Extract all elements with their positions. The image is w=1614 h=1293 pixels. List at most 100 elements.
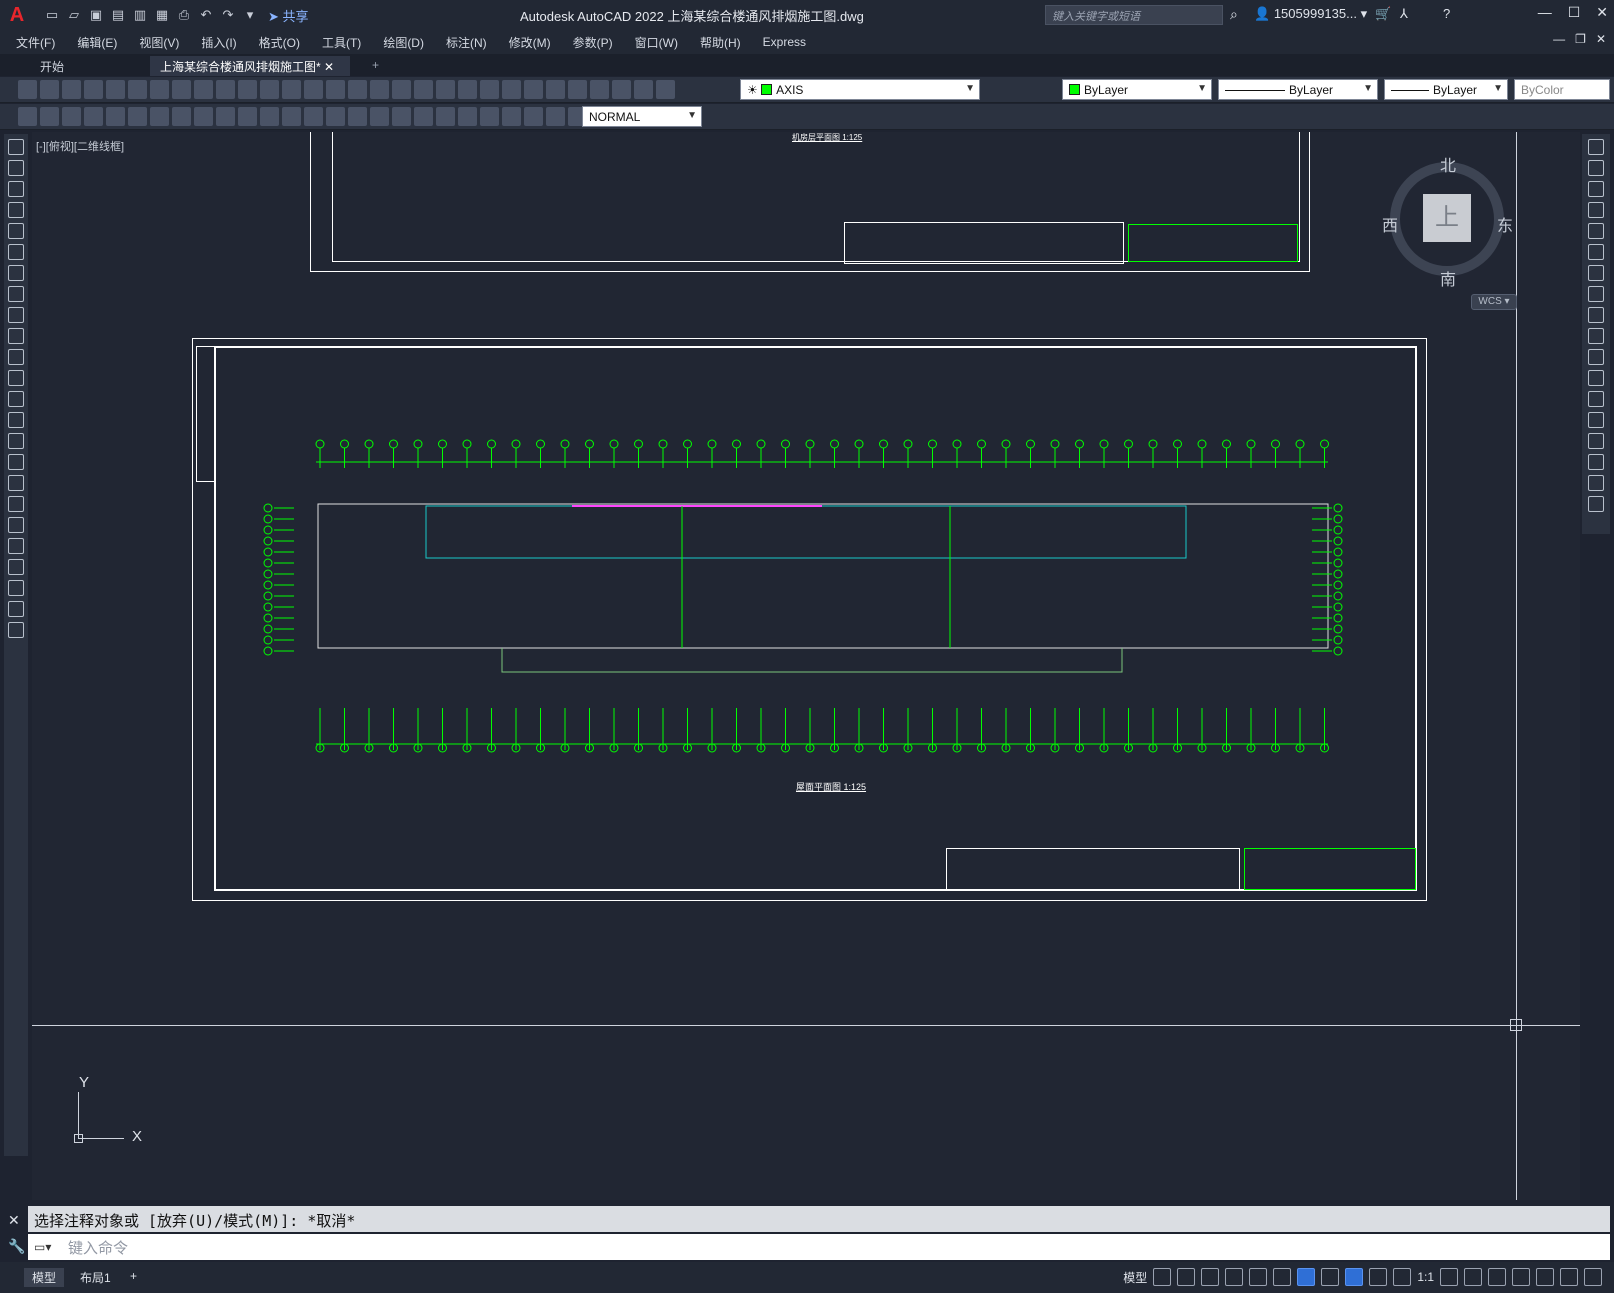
standard-tool-icon-6[interactable] bbox=[150, 80, 169, 99]
draw-tool-icon-4[interactable] bbox=[8, 223, 24, 239]
standard-tool-icon-5[interactable] bbox=[128, 80, 147, 99]
draw-tool-icon-13[interactable] bbox=[8, 412, 24, 428]
draw-tool-icon-8[interactable] bbox=[8, 307, 24, 323]
draw-tool-icon-19[interactable] bbox=[8, 538, 24, 554]
open-file-icon[interactable]: ▱ bbox=[64, 5, 84, 25]
draw-tool-icon-5[interactable] bbox=[8, 244, 24, 260]
minimize-icon[interactable]: — bbox=[1538, 4, 1552, 21]
modify-tool-icon-2[interactable] bbox=[1588, 181, 1604, 197]
standard-tool-icon-29[interactable] bbox=[656, 80, 675, 99]
color-dropdown[interactable]: ByLayer ▼ bbox=[1062, 79, 1212, 100]
standard-tool-icon-25[interactable] bbox=[568, 80, 587, 99]
draw-tool-icon-14[interactable] bbox=[8, 433, 24, 449]
dimension-tool-icon-7[interactable] bbox=[172, 107, 191, 126]
menu-item-11[interactable]: 帮助(H) bbox=[700, 34, 741, 51]
dimension-tool-icon-2[interactable] bbox=[62, 107, 81, 126]
draw-tool-icon-15[interactable] bbox=[8, 454, 24, 470]
menu-item-8[interactable]: 修改(M) bbox=[509, 34, 551, 51]
modify-tool-icon-0[interactable] bbox=[1588, 139, 1604, 155]
standard-tool-icon-11[interactable] bbox=[260, 80, 279, 99]
save-web-icon[interactable]: ▦ bbox=[152, 5, 172, 25]
isodraft-icon[interactable] bbox=[1249, 1268, 1268, 1286]
cart-icon[interactable]: 🛒 bbox=[1375, 6, 1391, 22]
recent-commands-icon[interactable]: ▭▾ bbox=[34, 1240, 51, 1254]
tab-close-icon[interactable]: ✕ bbox=[324, 60, 334, 74]
ortho-icon[interactable] bbox=[1201, 1268, 1220, 1286]
modify-tool-icon-11[interactable] bbox=[1588, 370, 1604, 386]
draw-tool-icon-2[interactable] bbox=[8, 181, 24, 197]
dimension-tool-icon-16[interactable] bbox=[370, 107, 389, 126]
customize-wrench-icon[interactable]: 🔧 bbox=[8, 1238, 25, 1255]
plotstyle-dropdown[interactable]: ByColor bbox=[1514, 79, 1610, 100]
menu-item-12[interactable]: Express bbox=[763, 35, 806, 49]
lineweight-dropdown[interactable]: ByLayer ▼ bbox=[1384, 79, 1508, 100]
standard-tool-icon-0[interactable] bbox=[18, 80, 37, 99]
standard-tool-icon-26[interactable] bbox=[590, 80, 609, 99]
draw-tool-icon-11[interactable] bbox=[8, 370, 24, 386]
dimension-tool-icon-6[interactable] bbox=[150, 107, 169, 126]
save-as-icon[interactable]: ▤ bbox=[108, 5, 128, 25]
draw-tool-icon-7[interactable] bbox=[8, 286, 24, 302]
linetype-dropdown[interactable]: ByLayer ▼ bbox=[1218, 79, 1378, 100]
standard-tool-icon-2[interactable] bbox=[62, 80, 81, 99]
menu-item-9[interactable]: 参数(P) bbox=[573, 34, 613, 51]
standard-tool-icon-10[interactable] bbox=[238, 80, 257, 99]
modify-tool-icon-12[interactable] bbox=[1588, 391, 1604, 407]
command-input[interactable]: 键入命令 bbox=[28, 1234, 1610, 1260]
tab-document[interactable]: 上海某综合楼通风排烟施工图* ✕ bbox=[150, 56, 350, 76]
dimension-tool-icon-23[interactable] bbox=[524, 107, 543, 126]
dimstyle-dropdown[interactable]: NORMAL ▼ bbox=[582, 106, 702, 127]
draw-tool-icon-1[interactable] bbox=[8, 160, 24, 176]
standard-tool-icon-3[interactable] bbox=[84, 80, 103, 99]
compass-east[interactable]: 东 bbox=[1497, 212, 1513, 236]
menu-item-4[interactable]: 格式(O) bbox=[259, 34, 300, 51]
dimension-tool-icon-12[interactable] bbox=[282, 107, 301, 126]
command-line-close-icon[interactable]: ✕ bbox=[8, 1212, 20, 1229]
user-account[interactable]: 👤 1505999135... ▾ bbox=[1254, 6, 1367, 22]
autocad-logo-icon[interactable]: A bbox=[0, 0, 34, 30]
standard-tool-icon-19[interactable] bbox=[436, 80, 455, 99]
modify-tool-icon-16[interactable] bbox=[1588, 475, 1604, 491]
doc-minimize-icon[interactable]: — bbox=[1553, 32, 1565, 46]
draw-tool-icon-6[interactable] bbox=[8, 265, 24, 281]
standard-tool-icon-22[interactable] bbox=[502, 80, 521, 99]
dimension-tool-icon-0[interactable] bbox=[18, 107, 37, 126]
standard-tool-icon-14[interactable] bbox=[326, 80, 345, 99]
compass-south[interactable]: 南 bbox=[1440, 266, 1456, 290]
modify-tool-icon-10[interactable] bbox=[1588, 349, 1604, 365]
menu-item-2[interactable]: 视图(V) bbox=[139, 34, 179, 51]
draw-tool-icon-3[interactable] bbox=[8, 202, 24, 218]
menu-item-3[interactable]: 插入(I) bbox=[201, 34, 236, 51]
undo-icon[interactable]: ↶ bbox=[196, 5, 216, 25]
draw-tool-icon-9[interactable] bbox=[8, 328, 24, 344]
standard-tool-icon-12[interactable] bbox=[282, 80, 301, 99]
dimension-tool-icon-3[interactable] bbox=[84, 107, 103, 126]
dimension-tool-icon-10[interactable] bbox=[238, 107, 257, 126]
draw-tool-icon-12[interactable] bbox=[8, 391, 24, 407]
workspace-gear-icon[interactable] bbox=[1440, 1268, 1458, 1286]
dimension-tool-icon-17[interactable] bbox=[392, 107, 411, 126]
modify-tool-icon-8[interactable] bbox=[1588, 307, 1604, 323]
standard-tool-icon-17[interactable] bbox=[392, 80, 411, 99]
polar-icon[interactable] bbox=[1225, 1268, 1244, 1286]
redo-icon[interactable]: ↷ bbox=[218, 5, 238, 25]
standard-tool-icon-9[interactable] bbox=[216, 80, 235, 99]
draw-tool-icon-21[interactable] bbox=[8, 580, 24, 596]
draw-tool-icon-18[interactable] bbox=[8, 517, 24, 533]
viewcube[interactable]: 上 北 南 东 西 bbox=[1382, 152, 1513, 292]
dimension-tool-icon-14[interactable] bbox=[326, 107, 345, 126]
modify-tool-icon-6[interactable] bbox=[1588, 265, 1604, 281]
object-snap-icon[interactable] bbox=[1297, 1268, 1316, 1286]
customization-menu-icon[interactable] bbox=[1584, 1268, 1602, 1286]
save-icon[interactable]: ▣ bbox=[86, 5, 106, 25]
dimension-tool-icon-22[interactable] bbox=[502, 107, 521, 126]
open-web-icon[interactable]: ▥ bbox=[130, 5, 150, 25]
annotation-scale-value[interactable]: 1:1 bbox=[1417, 1270, 1434, 1284]
dimension-tool-icon-8[interactable] bbox=[194, 107, 213, 126]
standard-tool-icon-24[interactable] bbox=[546, 80, 565, 99]
drawing-viewport[interactable]: [-][俯视][二维线框] 机房层平面图 1:125 屋面平面图 1:125 上… bbox=[32, 132, 1580, 1200]
dimension-tool-icon-18[interactable] bbox=[414, 107, 433, 126]
dimension-tool-icon-24[interactable] bbox=[546, 107, 565, 126]
menu-item-5[interactable]: 工具(T) bbox=[322, 34, 361, 51]
dimension-tool-icon-13[interactable] bbox=[304, 107, 323, 126]
